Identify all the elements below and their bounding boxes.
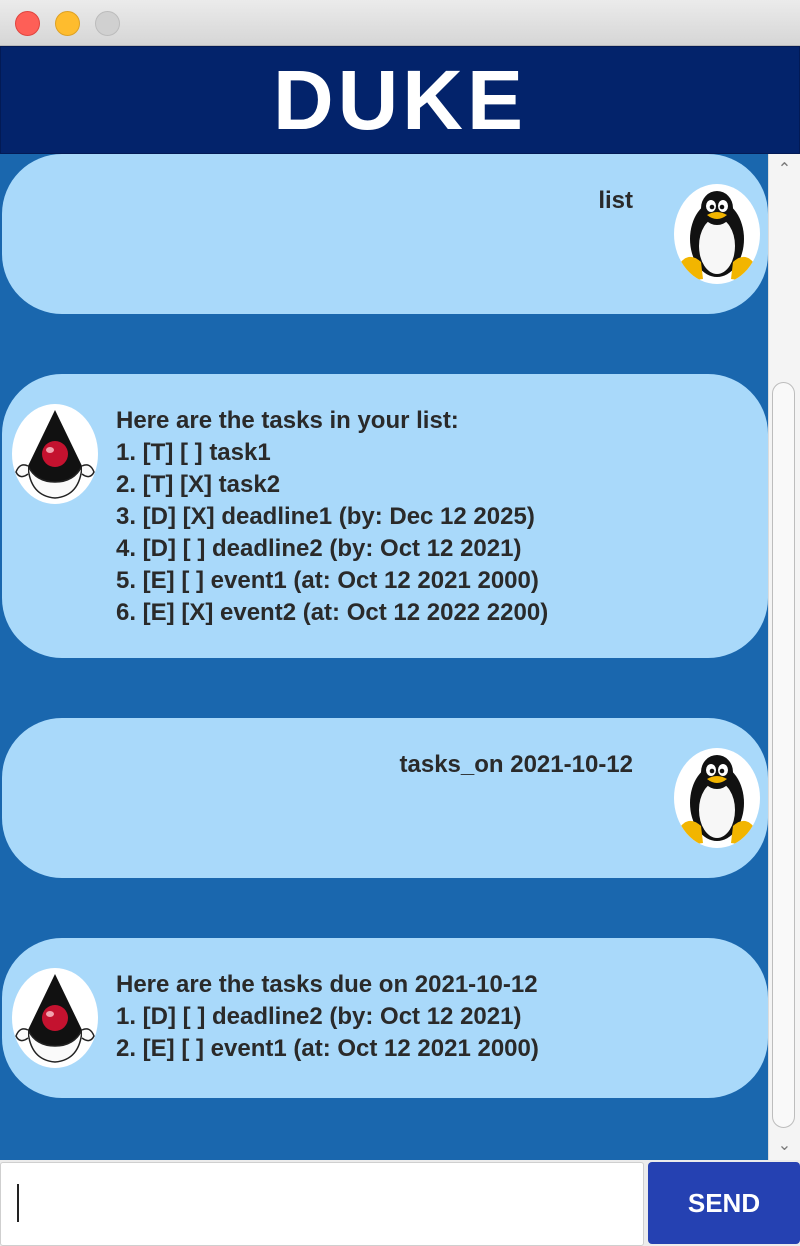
window-minimize-button[interactable]	[55, 11, 80, 36]
penguin-icon	[674, 184, 760, 284]
scroll-thumb[interactable]	[772, 382, 795, 1128]
duke-message-bubble: Here are the tasks due on 2021-10-12 1. …	[2, 938, 768, 1098]
penguin-icon	[674, 748, 760, 848]
send-button[interactable]: SEND	[648, 1162, 800, 1244]
user-message-text: list	[598, 187, 633, 214]
chat-scrollbar[interactable]: ⌃ ⌄	[768, 154, 800, 1160]
window-maximize-button[interactable]	[95, 11, 120, 36]
chat-scroll-area[interactable]: list Here are the tasks in your list: 1.…	[0, 154, 768, 1160]
app-header: DUKE	[0, 46, 800, 154]
window-close-button[interactable]	[15, 11, 40, 36]
user-message-text: tasks_on 2021-10-12	[399, 751, 633, 778]
app-window: DUKE list Here are the tasks in your lis…	[0, 0, 800, 1246]
scroll-up-icon[interactable]: ⌃	[769, 156, 800, 182]
duke-message-bubble: Here are the tasks in your list: 1. [T] …	[2, 374, 768, 658]
duke-mascot-icon	[12, 968, 98, 1068]
message-input[interactable]	[0, 1162, 644, 1246]
text-caret	[17, 1184, 19, 1222]
scroll-down-icon[interactable]: ⌄	[769, 1132, 800, 1158]
duke-message-text: Here are the tasks in your list: 1. [T] …	[116, 407, 549, 626]
user-message-bubble: list	[2, 154, 768, 314]
duke-message-text: Here are the tasks due on 2021-10-12 1. …	[116, 971, 539, 1062]
duke-mascot-icon	[12, 404, 98, 504]
title-bar	[0, 0, 800, 46]
user-message-bubble: tasks_on 2021-10-12	[2, 718, 768, 878]
app-title: DUKE	[272, 52, 527, 147]
input-row: SEND	[0, 1160, 800, 1246]
